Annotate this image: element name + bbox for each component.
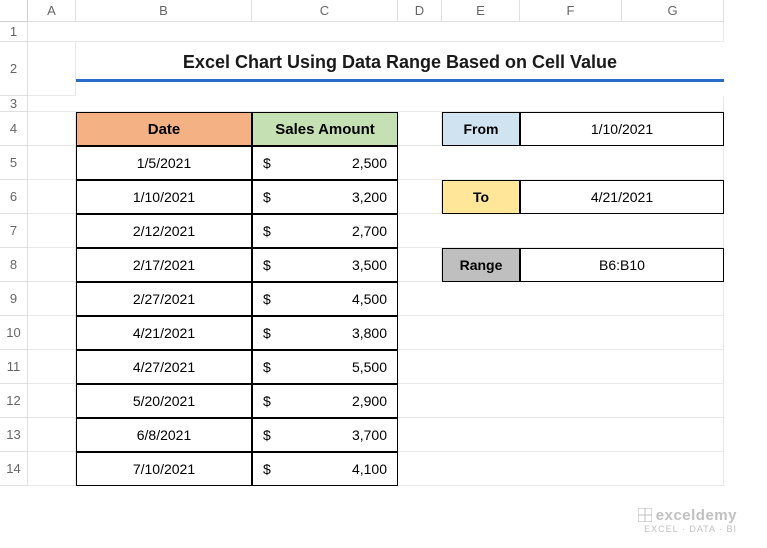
spreadsheet-icon	[638, 508, 652, 522]
table-row[interactable]: 1/10/2021	[76, 180, 252, 214]
from-label[interactable]: From	[442, 112, 520, 146]
from-value[interactable]: 1/10/2021	[520, 112, 724, 146]
to-label[interactable]: To	[442, 180, 520, 214]
col-header-B[interactable]: B	[76, 0, 252, 22]
col-header-F[interactable]: F	[520, 0, 622, 22]
table-row[interactable]: $4,100	[252, 452, 398, 486]
range-label[interactable]: Range	[442, 248, 520, 282]
table-row[interactable]: 2/27/2021	[76, 282, 252, 316]
row-header-7[interactable]: 7	[0, 214, 28, 248]
table-row[interactable]: $2,900	[252, 384, 398, 418]
row-header-9[interactable]: 9	[0, 282, 28, 316]
table-row[interactable]: $4,500	[252, 282, 398, 316]
col-header-C[interactable]: C	[252, 0, 398, 22]
table-row[interactable]: 1/5/2021	[76, 146, 252, 180]
row-header-8[interactable]: 8	[0, 248, 28, 282]
row-header-14[interactable]: 14	[0, 452, 28, 486]
col-header-E[interactable]: E	[442, 0, 520, 22]
table-row[interactable]: $3,200	[252, 180, 398, 214]
table-row[interactable]: 4/21/2021	[76, 316, 252, 350]
watermark: exceldemy EXCEL · DATA · BI	[638, 507, 737, 534]
table-row[interactable]: 4/27/2021	[76, 350, 252, 384]
row-header-10[interactable]: 10	[0, 316, 28, 350]
row-header-4[interactable]: 4	[0, 112, 28, 146]
table-row[interactable]: $3,700	[252, 418, 398, 452]
range-value[interactable]: B6:B10	[520, 248, 724, 282]
date-column-header[interactable]: Date	[76, 112, 252, 146]
to-value[interactable]: 4/21/2021	[520, 180, 724, 214]
col-header-A[interactable]: A	[28, 0, 76, 22]
row-header-12[interactable]: 12	[0, 384, 28, 418]
table-row[interactable]: 6/8/2021	[76, 418, 252, 452]
page-title: Excel Chart Using Data Range Based on Ce…	[76, 42, 724, 96]
col-header-G[interactable]: G	[622, 0, 724, 22]
table-row[interactable]: $3,500	[252, 248, 398, 282]
title-underline	[76, 79, 724, 82]
table-row[interactable]: 2/17/2021	[76, 248, 252, 282]
table-row[interactable]: 2/12/2021	[76, 214, 252, 248]
table-row[interactable]: $2,700	[252, 214, 398, 248]
amount-column-header[interactable]: Sales Amount	[252, 112, 398, 146]
row-header-3[interactable]: 3	[0, 96, 28, 112]
table-row[interactable]: 7/10/2021	[76, 452, 252, 486]
row-header-2[interactable]: 2	[0, 42, 28, 96]
row-header-6[interactable]: 6	[0, 180, 28, 214]
row-header-13[interactable]: 13	[0, 418, 28, 452]
table-row[interactable]: $2,500	[252, 146, 398, 180]
table-row[interactable]: 5/20/2021	[76, 384, 252, 418]
select-all-corner[interactable]	[0, 0, 28, 22]
title-text: Excel Chart Using Data Range Based on Ce…	[183, 52, 617, 73]
row-header-11[interactable]: 11	[0, 350, 28, 384]
table-row[interactable]: $3,800	[252, 316, 398, 350]
spreadsheet-grid: A B C D E F G 1 2 Excel Chart Using Data…	[0, 0, 767, 486]
col-header-D[interactable]: D	[398, 0, 442, 22]
table-row[interactable]: $5,500	[252, 350, 398, 384]
row-header-5[interactable]: 5	[0, 146, 28, 180]
row-header-1[interactable]: 1	[0, 22, 28, 42]
